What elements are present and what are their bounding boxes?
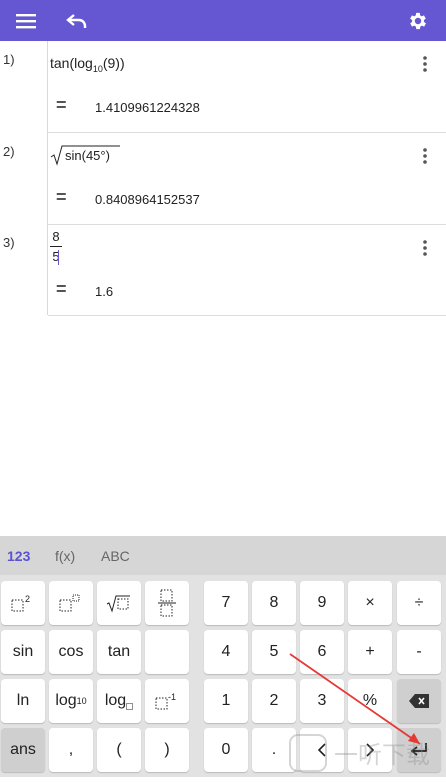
svg-text:一听下载: 一听下载 — [334, 741, 430, 769]
watermark-logo: 一听下载 — [286, 729, 446, 777]
annotation-arrow — [289, 653, 421, 745]
